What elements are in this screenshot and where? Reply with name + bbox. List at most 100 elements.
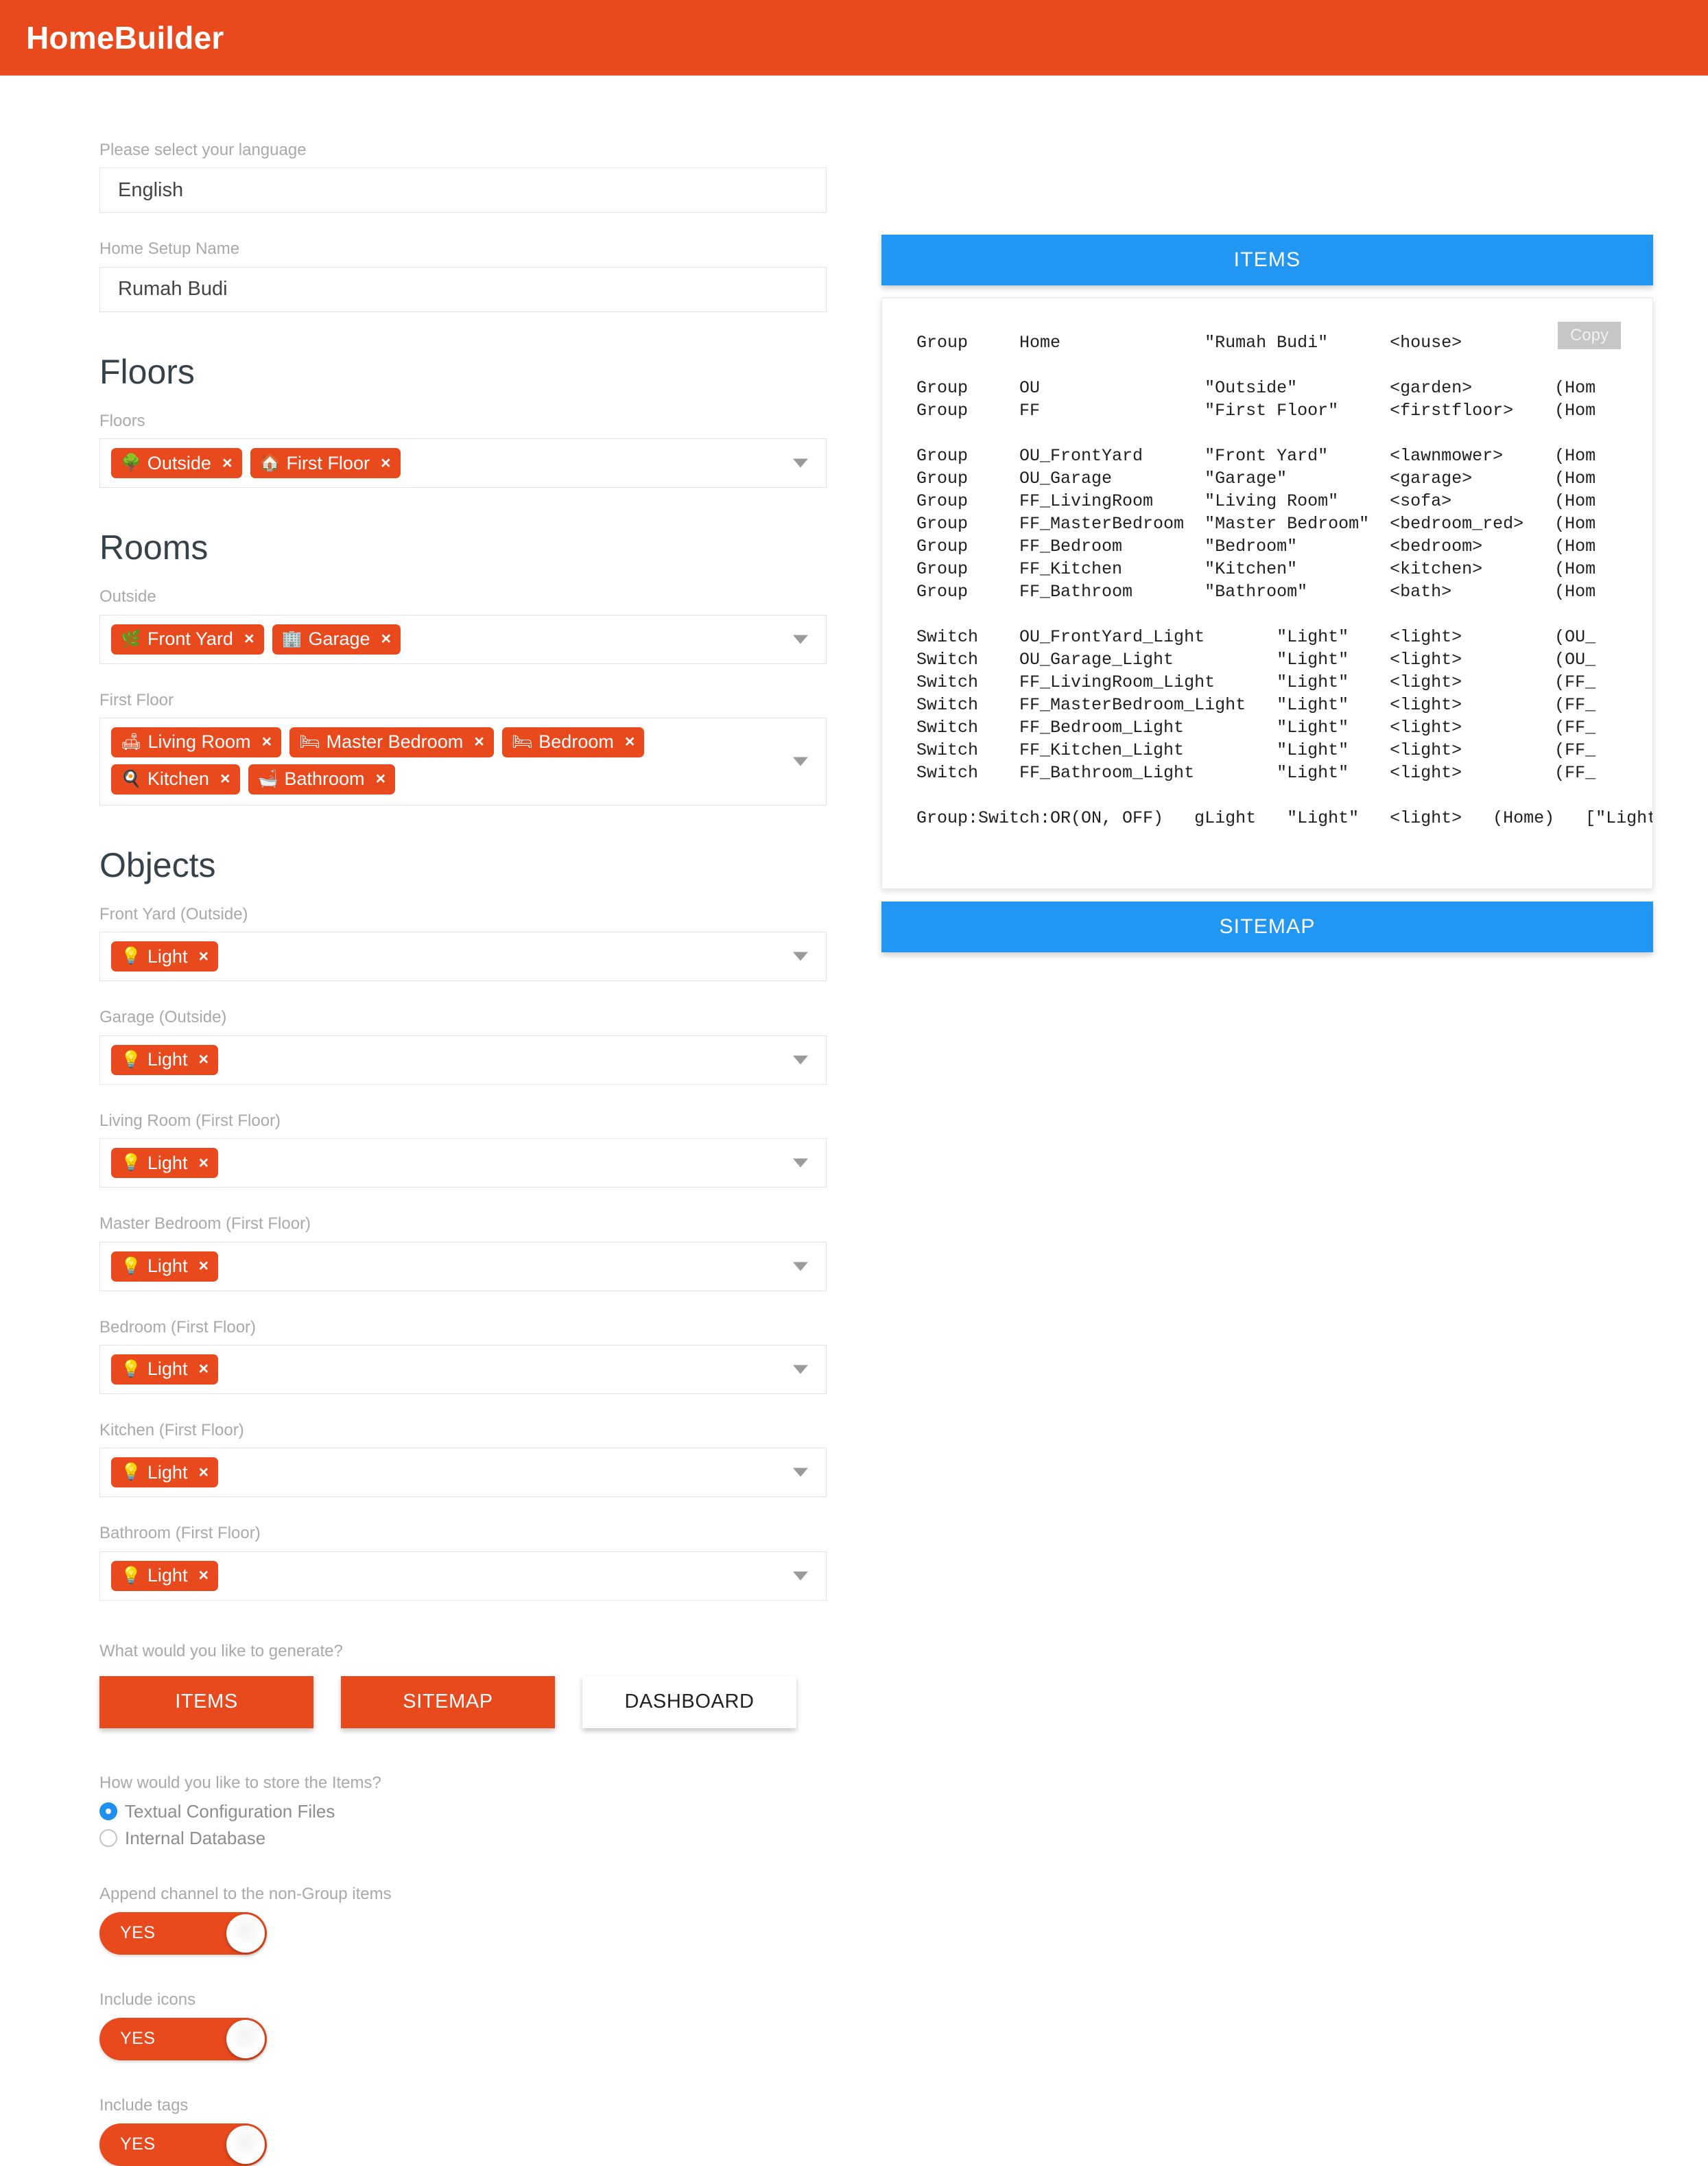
chip[interactable]: 🍳 Kitchen ×: [111, 764, 240, 794]
setup-name-input[interactable]: Rumah Budi: [99, 266, 827, 312]
object-label: Living Room (First Floor): [99, 1111, 281, 1130]
chip[interactable]: 🌳 Outside ×: [111, 448, 242, 479]
radio-icon[interactable]: [99, 1829, 117, 1848]
panel-items-button[interactable]: ITEMS: [881, 235, 1653, 285]
chip-label: Light: [147, 1565, 188, 1586]
chip[interactable]: 💡 Light ×: [111, 1560, 219, 1591]
app-title: HomeBuilder: [26, 20, 224, 56]
chip-label: Light: [147, 1049, 188, 1070]
object-label: Garage (Outside): [99, 1008, 227, 1027]
chip[interactable]: 🛏 Bedroom ×: [501, 727, 645, 757]
storage-option-database[interactable]: Internal Database: [99, 1828, 881, 1849]
chip[interactable]: 🛋 Living Room ×: [111, 727, 282, 757]
toggle-knob[interactable]: [226, 2125, 265, 2164]
chip[interactable]: 💡 Light ×: [111, 1457, 219, 1488]
language-input[interactable]: English: [99, 167, 827, 213]
chip[interactable]: 💡 Light ×: [111, 1148, 219, 1179]
chip-remove-icon[interactable]: ×: [198, 1463, 209, 1481]
object-multiselect[interactable]: 💡 Light ×: [99, 932, 827, 982]
generate-items-button[interactable]: ITEMS: [99, 1675, 313, 1728]
chip-remove-icon[interactable]: ×: [198, 1154, 209, 1172]
chip[interactable]: 🛁 Bathroom ×: [248, 764, 396, 794]
chip[interactable]: 💡 Light ×: [111, 1044, 219, 1075]
bed-emoji: 🛏: [299, 732, 320, 751]
chevron-down-icon[interactable]: [793, 1571, 808, 1581]
object-multiselect[interactable]: 💡 Light ×: [99, 1448, 827, 1498]
chip-label: Master Bedroom: [326, 731, 464, 753]
object-label: Bathroom (First Floor): [99, 1524, 261, 1543]
chip-remove-icon[interactable]: ×: [474, 733, 484, 751]
chip[interactable]: 🏢 Garage ×: [272, 624, 401, 655]
object-label: Bedroom (First Floor): [99, 1317, 257, 1337]
storage-option-textual[interactable]: Textual Configuration Files: [99, 1801, 881, 1822]
toggle-knob[interactable]: [226, 2019, 265, 2058]
chevron-down-icon[interactable]: [793, 952, 808, 961]
object-field-living-room: Living Room (First Floor) 💡 Light ×: [99, 1111, 881, 1188]
chip-label: Light: [147, 1358, 188, 1380]
chip-remove-icon[interactable]: ×: [625, 733, 635, 751]
toggle-switch[interactable]: YES: [99, 1911, 267, 1955]
chip[interactable]: 💡 Light ×: [111, 1354, 219, 1385]
panel-sitemap-button[interactable]: SITEMAP: [881, 902, 1653, 952]
object-multiselect[interactable]: 💡 Light ×: [99, 1344, 827, 1394]
building-emoji: 🏢: [281, 629, 303, 648]
object-multiselect[interactable]: 💡 Light ×: [99, 1138, 827, 1188]
toggle-knob[interactable]: [226, 1914, 265, 1953]
chip[interactable]: 🏠 First Floor ×: [250, 448, 401, 479]
storage-label: How would you like to store the Items?: [99, 1773, 381, 1792]
object-field-master-bedroom: Master Bedroom (First Floor) 💡 Light ×: [99, 1214, 881, 1291]
floors-field: Floors 🌳 Outside × 🏠 First Floor ×: [99, 412, 881, 488]
chip-remove-icon[interactable]: ×: [198, 1258, 209, 1275]
chip[interactable]: 💡 Light ×: [111, 941, 219, 972]
chip[interactable]: 🌿 Front Yard ×: [111, 624, 264, 655]
rooms-outside-multiselect[interactable]: 🌿 Front Yard × 🏢 Garage ×: [99, 614, 827, 664]
object-multiselect[interactable]: 💡 Light ×: [99, 1241, 827, 1291]
floors-multiselect[interactable]: 🌳 Outside × 🏠 First Floor ×: [99, 438, 827, 488]
chevron-down-icon[interactable]: [793, 757, 808, 766]
chip-remove-icon[interactable]: ×: [381, 454, 391, 472]
chip-remove-icon[interactable]: ×: [198, 947, 209, 965]
chevron-down-icon[interactable]: [793, 1262, 808, 1271]
chip-remove-icon[interactable]: ×: [244, 631, 254, 648]
chip-remove-icon[interactable]: ×: [198, 1051, 209, 1068]
chevron-down-icon[interactable]: [793, 458, 808, 468]
toggle-label: Include tags: [99, 2095, 189, 2115]
chip[interactable]: 🛏 Master Bedroom ×: [289, 727, 494, 757]
radio-icon[interactable]: [99, 1802, 117, 1821]
chevron-down-icon[interactable]: [793, 1365, 808, 1374]
object-field-front-yard: Front Yard (Outside) 💡 Light ×: [99, 905, 881, 982]
object-label: Kitchen (First Floor): [99, 1420, 244, 1439]
chevron-down-icon[interactable]: [793, 635, 808, 644]
chip-label: Bathroom: [284, 768, 365, 790]
bed-emoji: 🛏: [511, 732, 533, 751]
chip-remove-icon[interactable]: ×: [381, 631, 392, 648]
chip[interactable]: 💡 Light ×: [111, 1251, 219, 1282]
generate-sitemap-button[interactable]: SITEMAP: [341, 1675, 555, 1728]
rooms-firstfloor-multiselect[interactable]: 🛋 Living Room × 🛏 Master Bedroom × 🛏 Bed…: [99, 717, 827, 805]
toggle-include-tags: Include tags YES: [99, 2096, 881, 2166]
toggle-switch[interactable]: YES: [99, 2123, 267, 2166]
toggle-switch[interactable]: YES: [99, 2017, 267, 2060]
chevron-down-icon[interactable]: [793, 1158, 808, 1168]
copy-button[interactable]: Copy: [1557, 322, 1621, 350]
storage-option-label: Internal Database: [125, 1827, 266, 1848]
chip-label: First Floor: [286, 452, 370, 473]
chip-remove-icon[interactable]: ×: [198, 1567, 209, 1584]
bathtub-emoji: 🛁: [257, 769, 278, 788]
chip-remove-icon[interactable]: ×: [376, 770, 386, 788]
setup-name-label: Home Setup Name: [99, 239, 240, 259]
object-multiselect[interactable]: 💡 Light ×: [99, 1551, 827, 1601]
page-body: Please select your language English Home…: [0, 75, 1708, 2166]
chip-label: Light: [147, 1152, 188, 1173]
generate-dashboard-button[interactable]: DASHBOARD: [582, 1675, 796, 1728]
bulb-emoji: 💡: [121, 1566, 141, 1585]
chip-remove-icon[interactable]: ×: [220, 770, 230, 788]
object-multiselect[interactable]: 💡 Light ×: [99, 1035, 827, 1085]
couch-emoji: 🛋: [121, 732, 142, 751]
chevron-down-icon[interactable]: [793, 1055, 808, 1065]
chip-remove-icon[interactable]: ×: [222, 454, 233, 472]
chevron-down-icon[interactable]: [793, 1468, 808, 1477]
chip-remove-icon[interactable]: ×: [262, 733, 272, 751]
rooms-outside-field: Outside 🌿 Front Yard × 🏢 Garage ×: [99, 587, 881, 664]
chip-remove-icon[interactable]: ×: [198, 1361, 209, 1378]
